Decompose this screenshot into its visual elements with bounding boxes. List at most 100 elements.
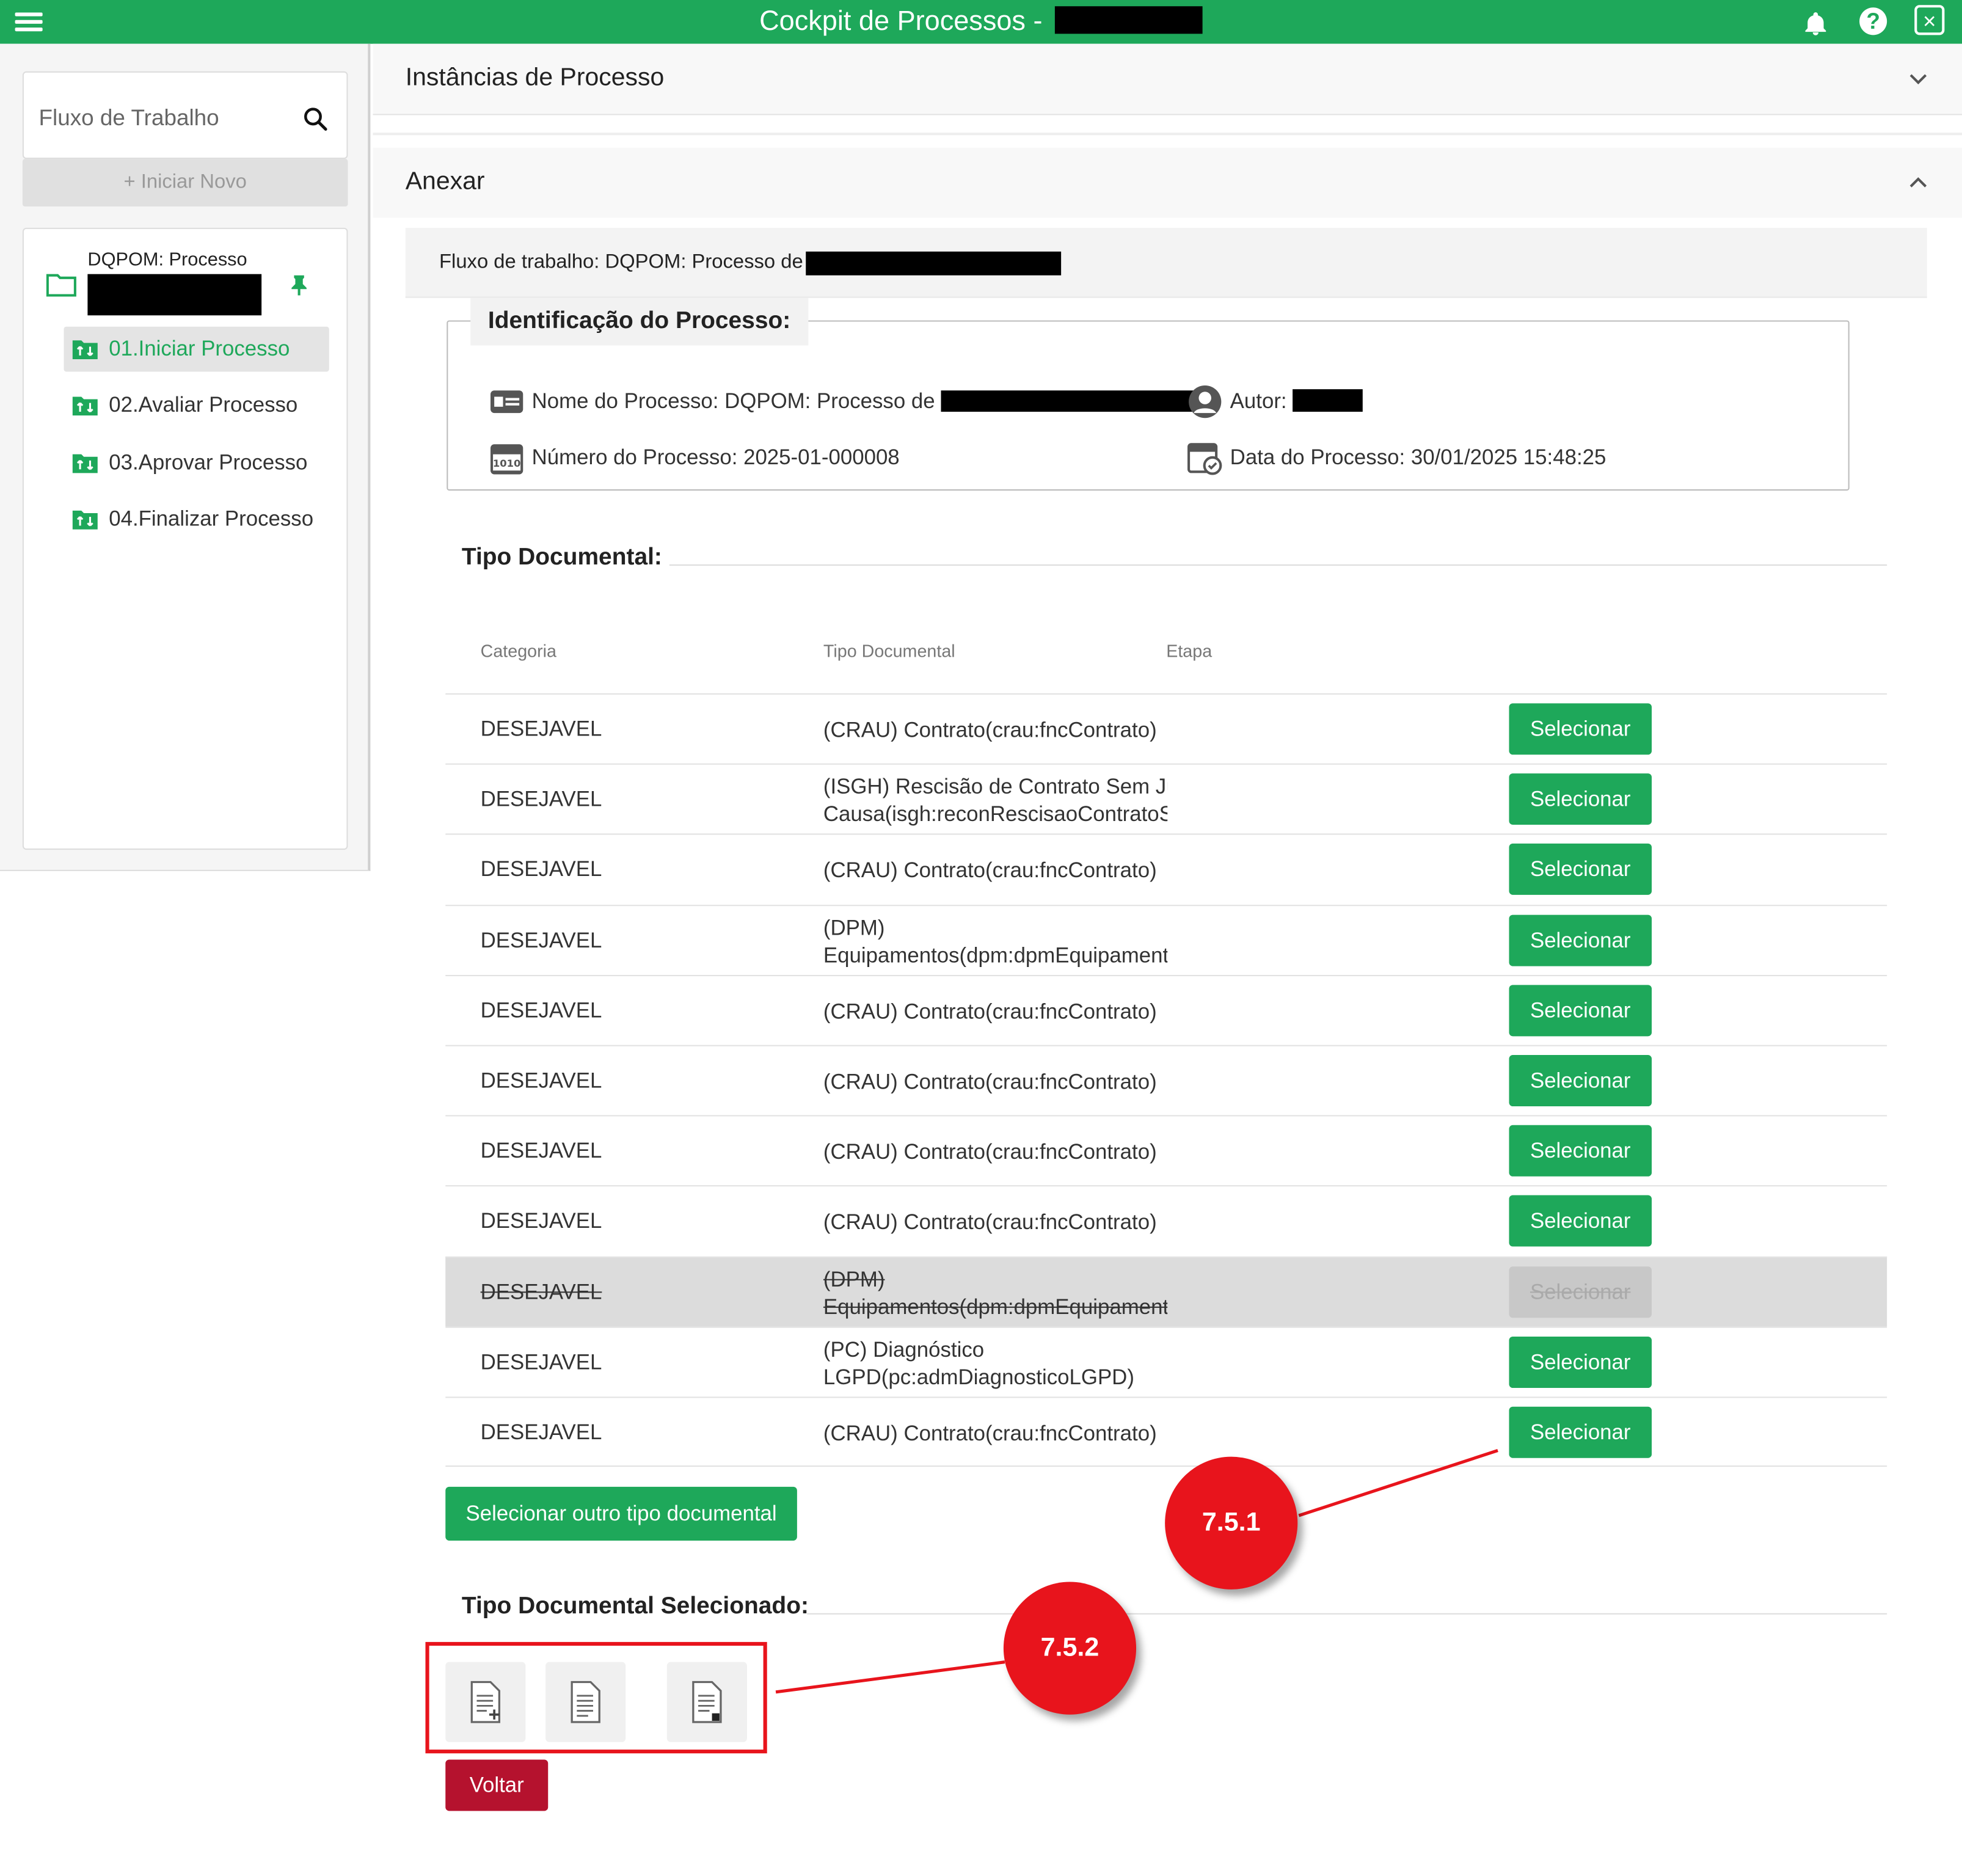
table-row: DESEJAVEL (CRAU) Contrato(crau:fncContrat… bbox=[445, 1396, 1887, 1467]
annotation-callout-1: 7.5.1 bbox=[1165, 1456, 1298, 1589]
categoria-cell: DESEJAVEL bbox=[480, 928, 602, 952]
selecionar-button[interactable]: Selecionar bbox=[1509, 984, 1652, 1036]
tipo-documental-title: Tipo Documental: bbox=[461, 544, 662, 571]
tipo-line: (CRAU) Contrato(crau:fncContrato) bbox=[823, 1140, 1157, 1164]
categoria-cell: DESEJAVEL bbox=[480, 1279, 602, 1304]
selecionar-button[interactable]: Selecionar bbox=[1509, 1195, 1652, 1247]
tipo-documental-cell: (DPM) Equipamentos(dpm:dpmEquipament bbox=[823, 1266, 1167, 1321]
tipo-documental-cell: (CRAU) Contrato(crau:fncContrato) bbox=[823, 858, 1167, 885]
categoria-cell: DESEJAVEL bbox=[480, 858, 602, 882]
tipo-line: (CRAU) Contrato(crau:fncContrato) bbox=[823, 1070, 1157, 1094]
selecionar-button[interactable]: Selecionar bbox=[1509, 914, 1652, 966]
section-instancias[interactable]: Instâncias de Processo bbox=[373, 43, 1962, 115]
table-row: DESEJAVEL (CRAU) Contrato(crau:fncContrat… bbox=[445, 1045, 1887, 1115]
categoria-cell: DESEJAVEL bbox=[480, 1209, 602, 1233]
selecionar-button[interactable]: Selecionar bbox=[1509, 1125, 1652, 1177]
calendar-check-icon bbox=[1187, 443, 1222, 475]
search-input[interactable]: Fluxo de Trabalho bbox=[22, 71, 348, 159]
step-label: 02.Avaliar Processo bbox=[109, 393, 298, 417]
tipo-line: Equipamentos(dpm:dpmEquipament bbox=[823, 943, 1168, 967]
tipo-line: (CRAU) Contrato(crau:fncContrato) bbox=[823, 1422, 1157, 1446]
select-other-type-button[interactable]: Selecionar outro tipo documental bbox=[445, 1486, 797, 1541]
step-icon bbox=[72, 340, 98, 359]
selecionar-button[interactable]: Selecionar bbox=[1509, 773, 1652, 825]
selecionar-button[interactable]: Selecionar bbox=[1509, 1055, 1652, 1107]
workflow-label: Fluxo de trabalho: DQPOM: Processo de bbox=[439, 251, 803, 273]
divider bbox=[445, 1465, 1887, 1467]
selecionar-button: Selecionar bbox=[1509, 1266, 1652, 1318]
column-header-categoria: Categoria bbox=[480, 640, 556, 661]
step-label: 03.Aprovar Processo bbox=[109, 450, 308, 475]
categoria-cell: DESEJAVEL bbox=[480, 1068, 602, 1093]
step-label: 01.Iniciar Processo bbox=[109, 337, 290, 361]
selecionar-button[interactable]: Selecionar bbox=[1509, 844, 1652, 896]
bell-icon[interactable] bbox=[1802, 10, 1829, 37]
tipo-line: LGPD(pc:admDiagnosticoLGPD) bbox=[823, 1365, 1134, 1389]
table-row: DESEJAVEL (ISGH) Rescisão de Contrato Sem… bbox=[445, 764, 1887, 834]
new-process-button[interactable]: + Iniciar Novo bbox=[22, 159, 348, 207]
chevron-up-icon[interactable] bbox=[1908, 173, 1928, 193]
step-aprovar-processo[interactable]: 03.Aprovar Processo bbox=[64, 440, 329, 486]
tipo-line: (CRAU) Contrato(crau:fncContrato) bbox=[823, 718, 1157, 742]
categoria-cell: DESEJAVEL bbox=[480, 717, 602, 741]
workflow-bar: Fluxo de trabalho: DQPOM: Processo de bbox=[405, 227, 1927, 298]
table-row: DESEJAVEL (CRAU) Contrato(crau:fncContrat… bbox=[445, 1185, 1887, 1256]
step-avaliar-processo[interactable]: 02.Avaliar Processo bbox=[64, 383, 329, 428]
tipo-line: Equipamentos(dpm:dpmEquipament bbox=[823, 1294, 1168, 1319]
selecionar-button[interactable]: Selecionar bbox=[1509, 703, 1652, 755]
tipo-line: (PC) Diagnóstico bbox=[823, 1337, 985, 1362]
step-iniciar-processo[interactable]: 01.Iniciar Processo bbox=[64, 326, 329, 372]
section-title: Anexar bbox=[405, 167, 485, 195]
section-anexar[interactable]: Anexar bbox=[373, 147, 1962, 218]
tipo-line: (CRAU) Contrato(crau:fncContrato) bbox=[823, 999, 1157, 1024]
search-placeholder: Fluxo de Trabalho bbox=[38, 105, 219, 131]
redacted-block bbox=[1293, 389, 1363, 412]
divider bbox=[807, 1613, 1887, 1615]
close-icon[interactable]: × bbox=[1914, 5, 1945, 35]
id-card-icon bbox=[490, 390, 523, 414]
tipo-line: Causa(isgh:reconRescisaoContratoSe bbox=[823, 802, 1168, 827]
folder-icon[interactable] bbox=[46, 272, 76, 297]
step-label: 04.Finalizar Processo bbox=[109, 506, 314, 531]
pin-icon[interactable] bbox=[289, 274, 309, 297]
chevron-down-icon[interactable] bbox=[1908, 69, 1928, 89]
selecionar-button[interactable]: Selecionar bbox=[1509, 1406, 1652, 1458]
tipo-line: (CRAU) Contrato(crau:fncContrato) bbox=[823, 1210, 1157, 1235]
search-icon[interactable] bbox=[302, 105, 329, 133]
voltar-button[interactable]: Voltar bbox=[445, 1759, 549, 1811]
selecionar-button[interactable]: Selecionar bbox=[1509, 1336, 1652, 1388]
annotation-box bbox=[425, 1641, 767, 1754]
categoria-cell: DESEJAVEL bbox=[480, 1139, 602, 1163]
table-row: DESEJAVEL (DPM) Equipamentos(dpm:dpmEquipa… bbox=[445, 904, 1887, 975]
author-label: Autor: bbox=[1230, 389, 1293, 414]
help-icon[interactable]: ? bbox=[1859, 7, 1887, 35]
user-icon bbox=[1189, 385, 1222, 418]
tipo-documental-cell: (CRAU) Contrato(crau:fncContrato) bbox=[823, 1139, 1167, 1167]
divider bbox=[373, 133, 1962, 136]
redacted-block bbox=[87, 274, 262, 316]
identification-legend: Identificação do Processo: bbox=[470, 297, 808, 346]
tipo-documental-cell: (CRAU) Contrato(crau:fncContrato) bbox=[823, 998, 1167, 1026]
tipo-documental-cell: (CRAU) Contrato(crau:fncContrato) bbox=[823, 1420, 1167, 1448]
table-row: DESEJAVEL (CRAU) Contrato(crau:fncContrat… bbox=[445, 974, 1887, 1045]
categoria-cell: DESEJAVEL bbox=[480, 1420, 602, 1445]
tipo-documental-cell: (CRAU) Contrato(crau:fncContrato) bbox=[823, 1210, 1167, 1237]
process-name[interactable]: DQPOM: Processo bbox=[87, 249, 247, 271]
tipo-line: (DPM) bbox=[823, 915, 885, 940]
column-header-etapa: Etapa bbox=[1166, 640, 1213, 661]
redacted-block bbox=[1055, 6, 1203, 34]
step-icon bbox=[72, 454, 98, 473]
step-finalizar-processo[interactable]: 04.Finalizar Processo bbox=[64, 497, 329, 542]
tipo-documental-cell: (PC) Diagnóstico LGPD(pc:admDiagnosticoLG… bbox=[823, 1337, 1167, 1392]
step-icon bbox=[72, 510, 98, 530]
process-number-label: Número do Processo: 2025-01-000008 bbox=[531, 445, 900, 470]
table-row: DESEJAVEL (CRAU) Contrato(crau:fncContrat… bbox=[445, 693, 1887, 764]
process-date-label: Data do Processo: 30/01/2025 15:48:25 bbox=[1230, 445, 1606, 470]
tipo-line: (ISGH) Rescisão de Contrato Sem Jus bbox=[823, 775, 1168, 799]
section-title: Instâncias de Processo bbox=[405, 64, 665, 92]
table-row: DESEJAVEL (DPM) Equipamentos(dpm:dpmEquipa… bbox=[445, 1256, 1887, 1326]
tipo-documental-cell: (CRAU) Contrato(crau:fncContrato) bbox=[823, 1069, 1167, 1097]
process-name-label: Nome do Processo: DQPOM: Processo de bbox=[531, 389, 941, 414]
table-row: DESEJAVEL (PC) Diagnóstico LGPD(pc:admDiag… bbox=[445, 1326, 1887, 1396]
table-row: DESEJAVEL (CRAU) Contrato(crau:fncContrat… bbox=[445, 834, 1887, 904]
